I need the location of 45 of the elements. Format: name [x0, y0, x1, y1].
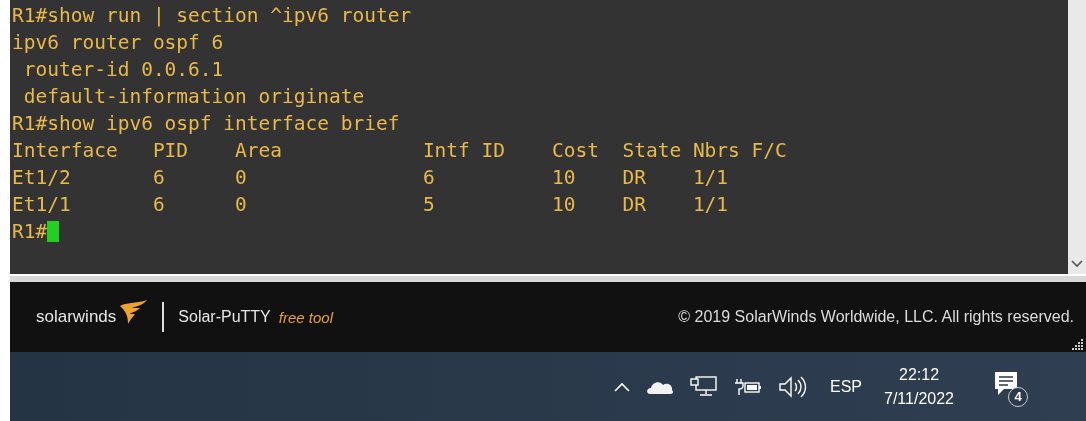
- clock-time: 22:12: [899, 364, 940, 385]
- flame-icon: [118, 300, 149, 324]
- product-tag: free tool: [278, 308, 333, 326]
- table-cell-text: Et1/1: [12, 192, 72, 218]
- terminal-line: R1#show ipv6 ospf interface brief: [12, 111, 400, 137]
- table-cell-text: DR: [622, 192, 647, 218]
- scroll-down-icon[interactable]: [1071, 260, 1083, 268]
- table-cell-text: 6: [152, 192, 166, 218]
- table-cell-text: 1/1: [692, 165, 730, 191]
- table-cell-text: 6: [152, 165, 166, 191]
- table-cell-text: 5: [422, 192, 436, 218]
- table-cell-text: 10: [552, 192, 577, 218]
- network-icon[interactable]: [690, 375, 718, 398]
- cursor: [47, 221, 60, 242]
- table-cell-text: 0: [235, 165, 248, 191]
- terminal-line: router-id 0.0.6.1: [22, 57, 224, 83]
- column-header: Cost: [552, 138, 600, 164]
- volume-icon[interactable]: [778, 375, 808, 398]
- table-cell-text: DR: [622, 165, 647, 191]
- column-header: Interface: [12, 138, 119, 164]
- scrollbar[interactable]: [1068, 0, 1086, 274]
- table-cell-text: 0: [235, 192, 248, 218]
- language-indicator[interactable]: ESP: [830, 377, 862, 396]
- resize-grip-icon[interactable]: [1072, 338, 1084, 350]
- table-cell-text: 10: [552, 165, 577, 191]
- terminal-line: default-information originate: [22, 84, 365, 110]
- table-cell-text: 6: [422, 165, 436, 191]
- product-name: Solar-PuTTY: [178, 308, 271, 326]
- column-header: PID: [152, 138, 190, 164]
- brand-logo-text: solarwinds: [36, 307, 117, 327]
- notification-badge: 4: [1008, 386, 1028, 407]
- clock-date: 7/11/2022: [884, 388, 954, 409]
- battery-icon[interactable]: [734, 377, 762, 396]
- terminal-line: R1#show run | section ^ipv6 router: [12, 3, 412, 29]
- column-header: Area: [235, 138, 283, 164]
- column-header: Intf ID: [422, 138, 507, 164]
- column-header: State: [622, 138, 683, 164]
- table-cell-text: Et1/2: [12, 165, 72, 191]
- chevron-up-icon[interactable]: [614, 381, 630, 392]
- terminal-line: ipv6 router ospf 6: [12, 30, 224, 56]
- column-header: Nbrs F/C: [692, 138, 788, 164]
- terminal-prompt: R1#: [12, 219, 48, 245]
- copyright-text: © 2019 SolarWinds Worldwide, LLC. All rights reserved.: [678, 308, 1074, 326]
- table-cell-text: 1/1: [692, 192, 730, 218]
- taskbar-clock[interactable]: 22:12 7/11/2022: [884, 362, 954, 411]
